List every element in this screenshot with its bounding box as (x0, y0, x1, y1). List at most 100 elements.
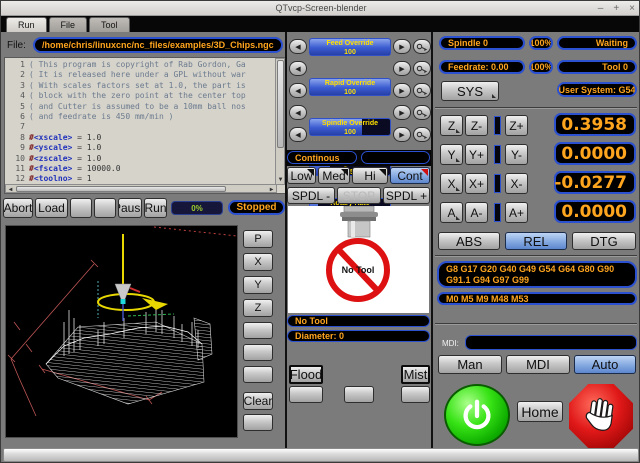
mdi-input[interactable] (465, 335, 637, 350)
spindle-override-decrease-button[interactable]: ◀ (289, 83, 307, 98)
dro-a: 0.0000 (554, 200, 636, 223)
rotary-rate-decrease-button[interactable]: ◀ (289, 127, 307, 142)
feed-override-reset-button[interactable] (413, 39, 431, 54)
jog-cont-button[interactable]: Cont (390, 167, 430, 184)
jog-hi-button[interactable]: Hi (352, 167, 388, 184)
gcode-line: 8#<xscale> = 1.0 (5, 133, 285, 143)
preview-blank-button-1[interactable] (243, 322, 273, 339)
spindle-minus-button[interactable]: SPDL - (287, 187, 335, 204)
preview-clear-button[interactable]: Clear (243, 392, 273, 410)
machine-status-badge: Stopped (228, 200, 285, 215)
gcode-editor[interactable]: 1( This program is copyright of Rab Gord… (4, 57, 286, 194)
abort-button[interactable]: Abort (3, 198, 33, 218)
mist-blank-button[interactable] (401, 386, 430, 403)
jog-a-plus-button[interactable]: A+ (505, 202, 528, 223)
gcode-hscrollbar[interactable]: ◀ ▶ (5, 184, 277, 193)
sys-menu-button[interactable]: SYS (441, 81, 499, 101)
jog-rate-decrease-button[interactable]: ◀ (289, 105, 307, 120)
reset-key-icon (416, 65, 428, 73)
window-title: QTvcp-Screen-blender (275, 3, 366, 13)
jog-low-button[interactable]: Low (287, 167, 316, 184)
axis-x-select-button[interactable]: X (440, 173, 463, 194)
flood-button[interactable]: Flood (289, 365, 323, 384)
axis-y-select-button[interactable]: Y (440, 144, 463, 165)
preview-blank-button-4[interactable] (243, 414, 273, 431)
jog-x-minus-button[interactable]: X- (505, 173, 528, 194)
jog-x-plus-button[interactable]: X+ (465, 173, 488, 194)
spindle-override-increase-button[interactable]: ▶ (393, 83, 411, 98)
no-tool-sign: No Tool (329, 241, 387, 299)
jog-z-plus-button[interactable]: Z+ (505, 115, 528, 136)
file-path-display[interactable]: /home/chris/linuxcnc/nc_files/examples/3… (33, 37, 283, 53)
qtvcp-window: QTvcp-Screen-blender – + × Run File Tool… (0, 0, 640, 463)
scroll-left-icon[interactable]: ◀ (6, 185, 15, 193)
axis-a-select-button[interactable]: A (440, 202, 463, 223)
estop-button[interactable] (569, 384, 633, 448)
feed-override-decrease-button[interactable]: ◀ (289, 39, 307, 54)
rotary-rate-increase-button[interactable]: ▶ (393, 127, 411, 142)
rapid-override-decrease-button[interactable]: ◀ (289, 61, 307, 76)
blank-button-2[interactable] (94, 198, 116, 218)
center-blank-button[interactable] (344, 386, 374, 403)
tab-file[interactable]: File (49, 17, 88, 32)
home-button[interactable]: Home (517, 401, 563, 422)
gcode-line: 2( It is released here under a GPL witho… (5, 70, 285, 80)
tab-run[interactable]: Run (6, 17, 47, 32)
scroll-right-icon[interactable]: ▶ (267, 185, 276, 193)
jog-z-minus-button[interactable]: Z- (465, 115, 488, 136)
preview-perspective-button[interactable]: P (243, 230, 273, 248)
jog-y-minus-button[interactable]: Y- (505, 144, 528, 165)
spindle-override-slider[interactable]: Spindle Override 100 (309, 118, 391, 136)
axis-y-homed-led (494, 145, 501, 164)
flood-blank-button[interactable] (289, 386, 323, 403)
mode-mdi-button[interactable]: MDI (506, 355, 570, 374)
machine-power-button[interactable] (444, 384, 510, 446)
machine-state-display: Waiting (557, 36, 637, 50)
preview-blank-button-2[interactable] (243, 344, 273, 361)
dro-dtg-button[interactable]: DTG (572, 232, 636, 250)
preview-x-view-button[interactable]: X (243, 253, 273, 271)
jog-y-plus-button[interactable]: Y+ (465, 144, 488, 165)
rapid-override-reset-button[interactable] (413, 61, 431, 76)
close-icon[interactable]: × (629, 3, 635, 14)
scroll-down-icon[interactable]: ▼ (276, 175, 285, 184)
gcode-vscrollbar[interactable]: ▼ (275, 58, 285, 185)
spindle-override-reset-button[interactable] (413, 83, 431, 98)
feedrate-display: Feedrate: 0.00 (439, 60, 525, 74)
blank-button-1[interactable] (70, 198, 92, 218)
rapid-override-increase-button[interactable]: ▶ (393, 61, 411, 76)
axis-z-select-button[interactable]: Z (440, 115, 463, 136)
preview-blank-button-3[interactable] (243, 366, 273, 383)
jog-rate-reset-button[interactable] (413, 105, 431, 120)
feed-override-increase-button[interactable]: ▶ (393, 39, 411, 54)
dro-rel-button[interactable]: REL (505, 232, 567, 250)
pause-button[interactable]: Pause (118, 198, 142, 218)
mist-button[interactable]: Mist (401, 365, 430, 384)
mode-man-button[interactable]: Man (438, 355, 502, 374)
jog-rate-increase-button[interactable]: ▶ (393, 105, 411, 120)
rapid-override-slider[interactable]: Rapid Override 100 (309, 78, 391, 96)
gcode-3d-preview[interactable] (5, 225, 238, 438)
jog-med-button[interactable]: Med (318, 167, 350, 184)
spindle-stop-button[interactable]: STOP (337, 187, 381, 204)
tab-tool[interactable]: Tool (89, 17, 130, 32)
jog-a-minus-button[interactable]: A- (465, 202, 488, 223)
load-button[interactable]: Load (35, 198, 68, 218)
user-system-display: User System: G54 (557, 82, 637, 97)
dro-abs-button[interactable]: ABS (438, 232, 500, 250)
jog-mode-display: Continous (287, 151, 357, 164)
separator-3 (435, 323, 637, 325)
axis-x-homed-led (494, 174, 501, 193)
tool-diameter-display: Diameter: 0 (287, 330, 430, 342)
mode-auto-button[interactable]: Auto (574, 355, 636, 374)
maximize-icon[interactable]: + (613, 3, 619, 14)
preview-y-view-button[interactable]: Y (243, 276, 273, 294)
tool-image-panel: No Tool (288, 206, 429, 313)
feed-override-slider[interactable]: Feed Override 100 (309, 38, 391, 56)
power-icon (458, 396, 496, 434)
rotary-rate-reset-button[interactable] (413, 127, 431, 142)
run-button[interactable]: Run (144, 198, 167, 218)
spindle-plus-button[interactable]: SPDL + (383, 187, 430, 204)
minimize-icon[interactable]: – (598, 3, 604, 14)
preview-z-view-button[interactable]: Z (243, 299, 273, 317)
